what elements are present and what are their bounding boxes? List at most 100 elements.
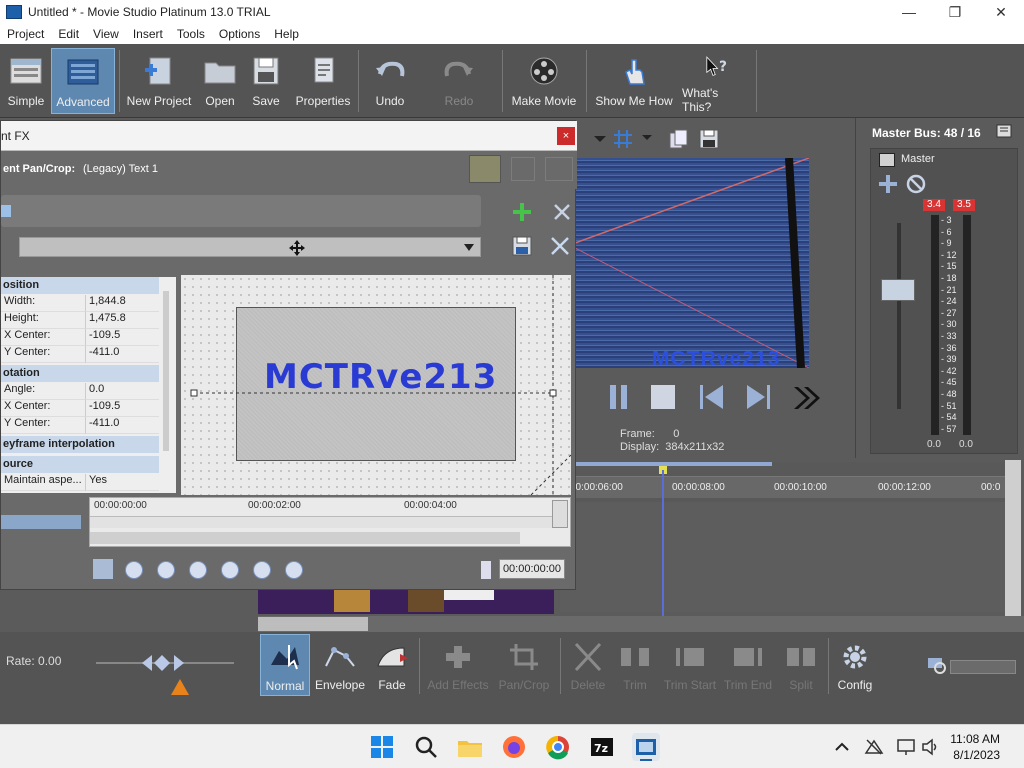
advanced-button[interactable]: Advanced	[51, 48, 115, 114]
pan-crop-canvas[interactable]: MCTRve213	[181, 275, 571, 495]
config-button[interactable]: Config	[832, 634, 878, 696]
chevron-up-icon[interactable]	[834, 739, 850, 755]
firefox-icon[interactable]	[500, 733, 528, 761]
undo-button[interactable]: Undo	[366, 48, 414, 114]
show-me-how-button[interactable]: Show Me How	[592, 48, 676, 114]
chain-item[interactable]	[1, 205, 11, 217]
file-explorer-icon[interactable]	[456, 733, 484, 761]
rate-slider-thumb[interactable]	[140, 654, 186, 672]
video-clip-thumbnails[interactable]	[258, 588, 554, 614]
grid-dropdown-icon[interactable]	[640, 130, 654, 144]
next-keyframe-button[interactable]	[189, 561, 207, 579]
fast-forward-icon[interactable]	[790, 384, 824, 412]
previous-frame-icon[interactable]	[696, 382, 726, 412]
menu-options[interactable]: Options	[212, 27, 267, 41]
volume-fader[interactable]	[881, 279, 915, 301]
group-source[interactable]: ource	[1, 456, 159, 473]
grid-icon[interactable]	[612, 128, 634, 150]
add-plugin-icon[interactable]	[511, 201, 533, 223]
add-effects-button[interactable]: Add Effects	[426, 634, 490, 696]
zoom-slider[interactable]	[950, 660, 1016, 674]
fx-timeline-vscroll[interactable]	[552, 500, 568, 528]
sync-cursor-button[interactable]	[93, 559, 113, 579]
simple-button[interactable]: Simple	[4, 48, 48, 114]
menu-help[interactable]: Help	[267, 27, 306, 41]
trim-start-button[interactable]: Trim Start	[662, 634, 718, 696]
fx-dialog-close-button[interactable]: ×	[557, 127, 575, 145]
movie-studio-taskbar-icon[interactable]	[632, 733, 660, 761]
first-keyframe-button[interactable]	[125, 561, 143, 579]
7zip-icon[interactable]: 7z	[588, 733, 616, 761]
plugin-chain-button-3[interactable]	[545, 157, 573, 181]
delete-preset-icon[interactable]	[549, 235, 571, 257]
previous-keyframe-button[interactable]	[157, 561, 175, 579]
timeline-vertical-scrollbar[interactable]	[1005, 460, 1021, 632]
dropdown-arrow-icon[interactable]	[590, 128, 610, 148]
normal-tool-button[interactable]: Normal	[260, 634, 310, 696]
timeline-tracks[interactable]	[560, 502, 1005, 612]
plugin-chain-button[interactable]	[469, 155, 501, 183]
next-frame-icon[interactable]	[744, 382, 774, 412]
menu-view[interactable]: View	[86, 27, 126, 41]
search-icon[interactable]	[412, 733, 440, 761]
properties-button[interactable]: Properties	[292, 48, 354, 114]
display-icon[interactable]	[896, 737, 916, 757]
delete-button[interactable]: Delete	[566, 634, 610, 696]
fx-timeline-scrollbar[interactable]	[90, 532, 520, 544]
group-keyframe-interpolation[interactable]: eyframe interpolation	[1, 436, 159, 453]
preset-dropdown[interactable]	[19, 237, 481, 257]
keyframe-slider[interactable]	[481, 561, 491, 579]
whats-this-button[interactable]: ? What's This?	[682, 48, 750, 114]
network-icon[interactable]	[864, 737, 884, 757]
properties-scrollbar[interactable]	[163, 291, 169, 451]
add-keyframe-button[interactable]	[253, 561, 271, 579]
insert-fx-icon[interactable]	[877, 173, 899, 195]
menu-insert[interactable]: Insert	[126, 27, 170, 41]
group-position[interactable]: osition	[1, 277, 159, 294]
trim-end-button[interactable]: Trim End	[722, 634, 774, 696]
zoom-icon[interactable]	[926, 656, 948, 676]
trim-button[interactable]: Trim	[612, 634, 658, 696]
volume-icon[interactable]	[920, 737, 940, 757]
chrome-icon[interactable]	[544, 733, 572, 761]
mixer-settings-icon[interactable]	[996, 124, 1012, 138]
keyframe-timeline[interactable]: 00:00:00:00 00:00:02:00 00:00:04:00	[89, 497, 571, 547]
windows-start-icon[interactable]	[368, 733, 396, 761]
menu-edit[interactable]: Edit	[51, 27, 86, 41]
split-button[interactable]: Split	[778, 634, 824, 696]
save-snapshot-icon[interactable]	[698, 128, 720, 150]
remove-plugin-icon[interactable]	[551, 201, 573, 223]
menu-tools[interactable]: Tools	[170, 27, 212, 41]
pause-icon[interactable]	[606, 382, 632, 412]
new-project-button[interactable]: New Project	[124, 48, 194, 114]
save-button[interactable]: Save	[246, 48, 286, 114]
fx-track-header[interactable]	[1, 515, 81, 529]
pan-crop-button[interactable]: Pan/Crop	[494, 634, 554, 696]
copy-snapshot-icon[interactable]	[668, 128, 690, 150]
fx-dialog-titlebar[interactable]: nt FX	[1, 121, 577, 151]
fade-tool-button[interactable]: Fade	[370, 634, 414, 696]
scroll-thumb[interactable]	[258, 617, 368, 631]
last-keyframe-button[interactable]	[221, 561, 239, 579]
redo-button[interactable]: Redo	[436, 48, 482, 114]
close-button[interactable]: ✕	[978, 0, 1024, 24]
properties-icon	[314, 57, 334, 83]
mute-icon[interactable]	[905, 173, 927, 195]
timecode-field[interactable]: 00:00:00:00	[499, 559, 565, 579]
save-preset-icon[interactable]	[511, 235, 533, 257]
timeline-horizontal-scrollbar[interactable]	[258, 616, 1024, 632]
make-movie-button[interactable]: Make Movie	[508, 48, 580, 114]
keyframe-row[interactable]	[90, 516, 552, 528]
ruler-bar[interactable]: 00:00:06:00 00:00:08:00 00:00:10:00 00:0…	[560, 476, 1005, 498]
menu-project[interactable]: Project	[0, 27, 51, 41]
minimize-button[interactable]: —	[886, 0, 932, 24]
maximize-button[interactable]: ❐	[932, 0, 978, 24]
group-rotation[interactable]: otation	[1, 365, 159, 382]
system-clock[interactable]: 11:08 AM 8/1/2023	[950, 731, 1000, 763]
stop-icon[interactable]	[648, 382, 678, 412]
delete-keyframe-button[interactable]	[285, 561, 303, 579]
plugin-chain-bar[interactable]	[1, 195, 481, 227]
envelope-tool-button[interactable]: Envelope	[312, 634, 368, 696]
plugin-chain-button-2[interactable]	[511, 157, 535, 181]
open-button[interactable]: Open	[198, 48, 242, 114]
